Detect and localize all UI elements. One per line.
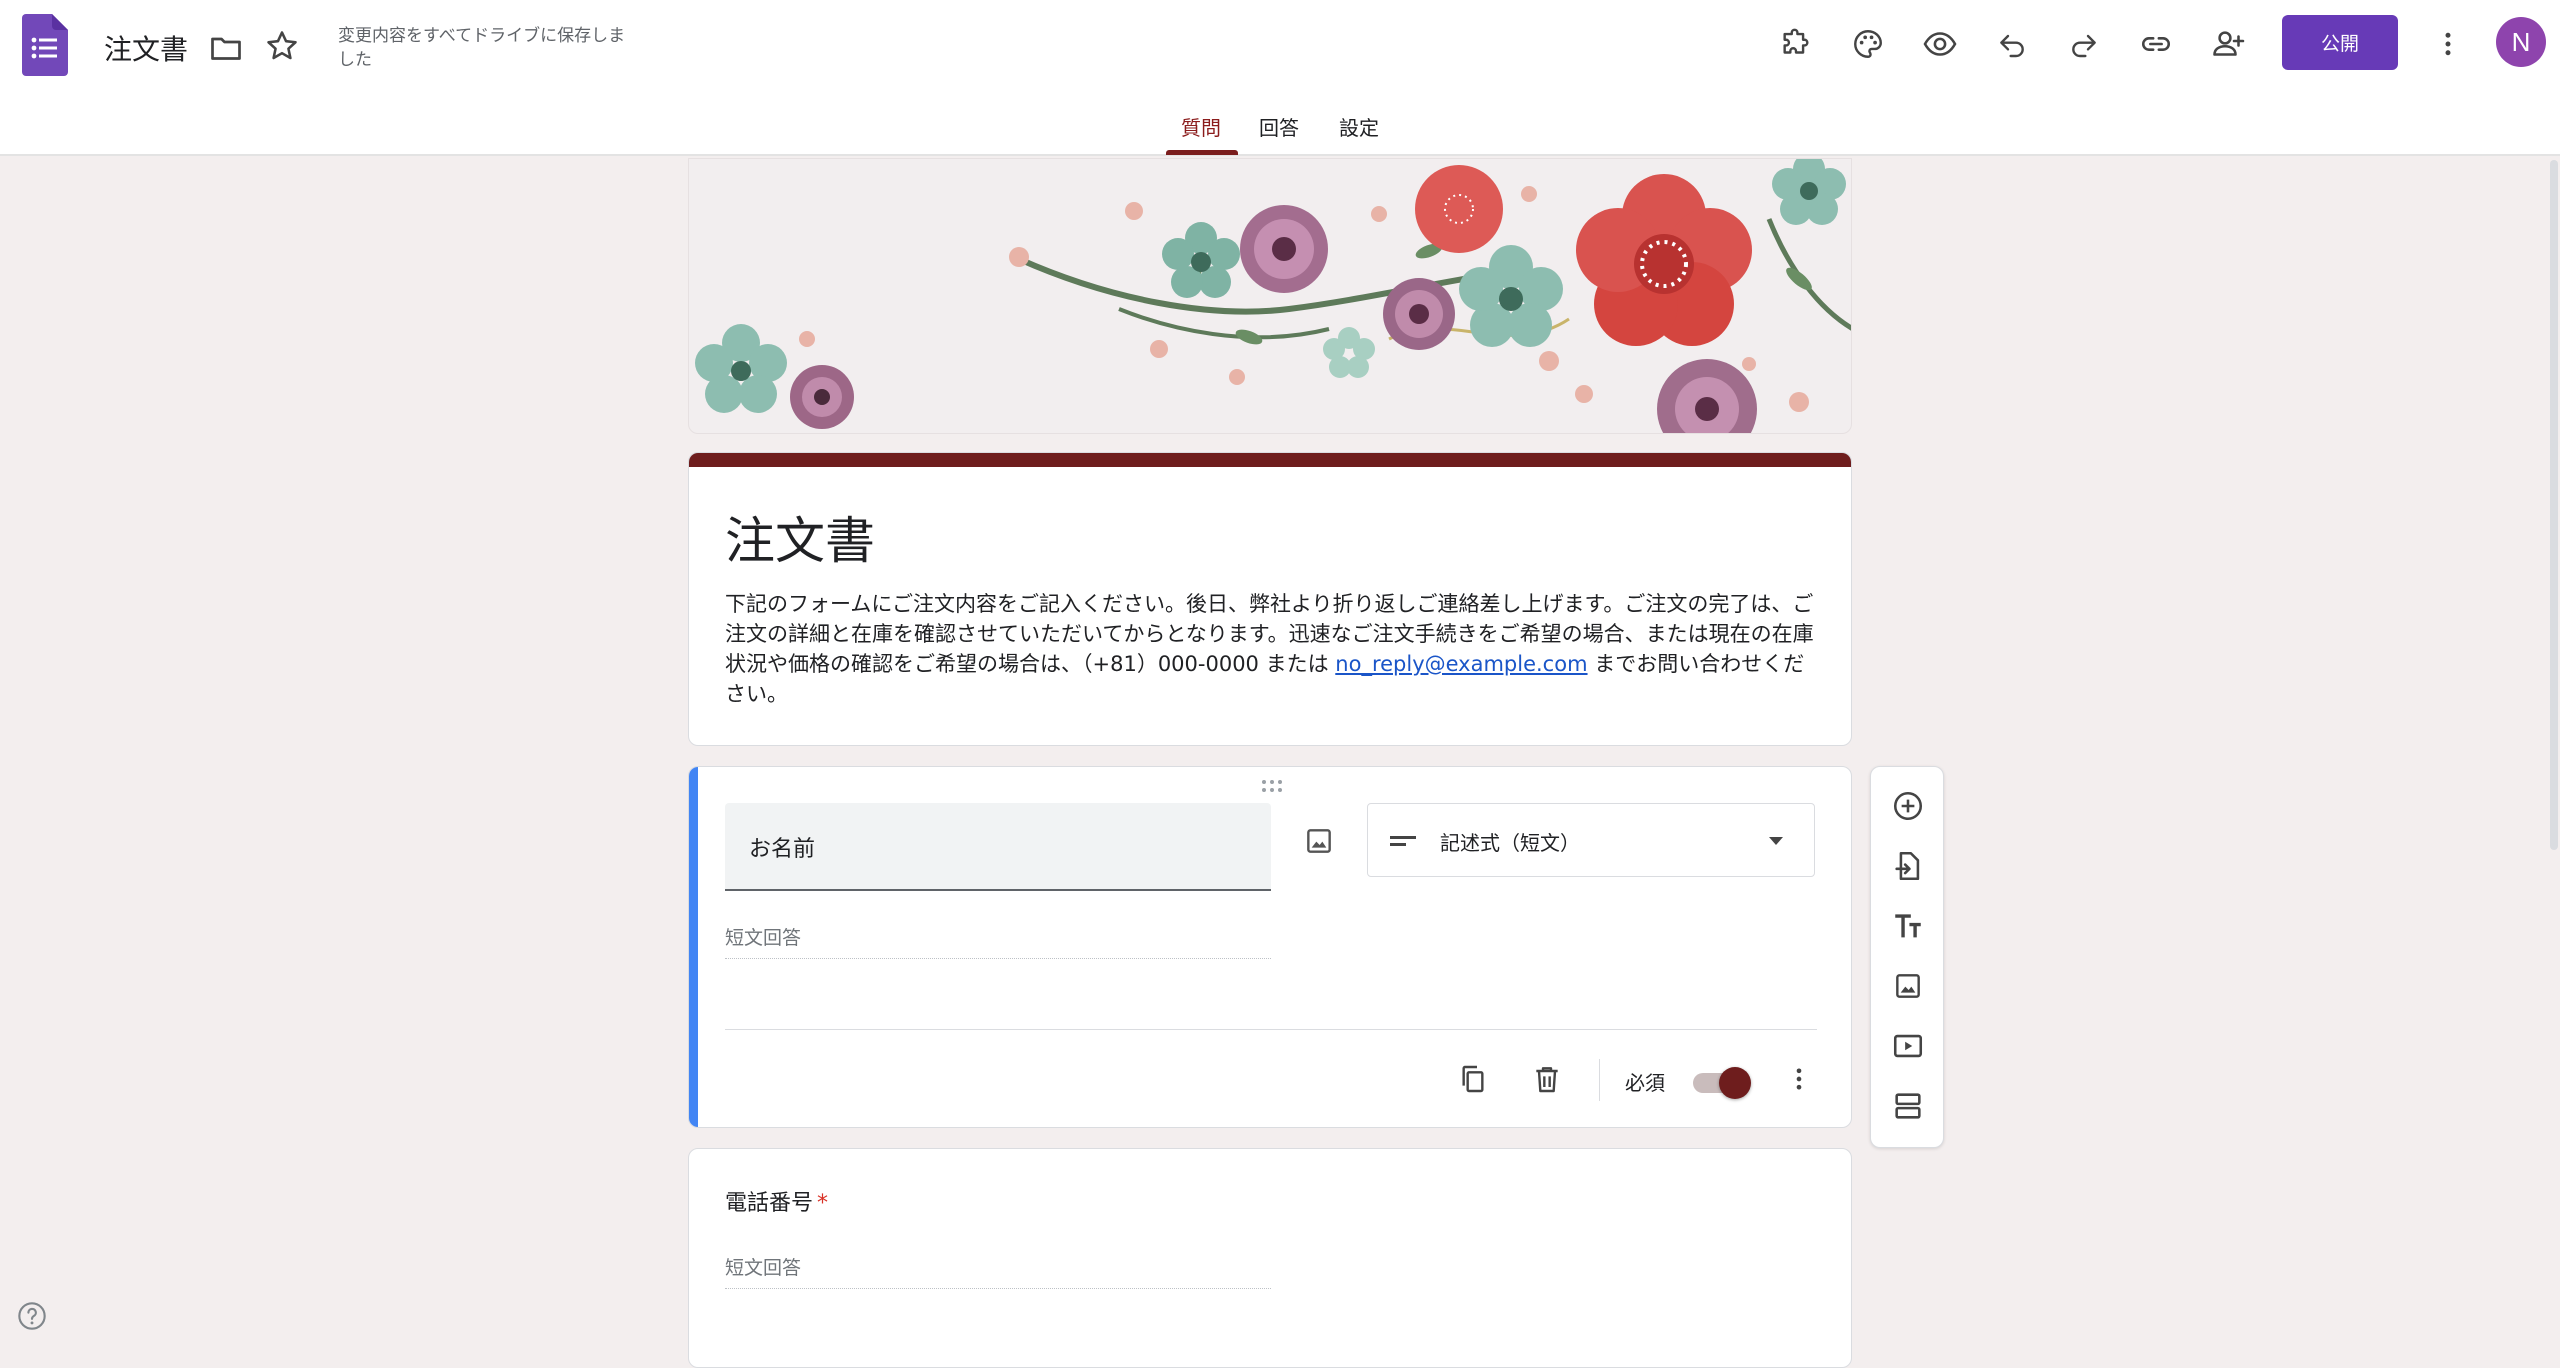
copy-link-button[interactable] — [2134, 22, 2178, 66]
add-on-button[interactable] — [1774, 22, 1818, 66]
save-status: 変更内容をすべてドライブに保存しました — [338, 26, 626, 70]
add-image-to-question-button[interactable] — [1297, 819, 1341, 863]
question-type-dropdown[interactable]: 記述式（短文） — [1367, 803, 1815, 877]
add-section-icon — [1895, 1093, 1921, 1119]
question-title[interactable]: 電話番号 * — [725, 1185, 828, 1217]
active-tab-indicator — [1166, 150, 1238, 155]
theme-color-bar — [689, 453, 1851, 467]
required-toggle[interactable] — [1689, 1065, 1753, 1099]
form-header-card[interactable]: 注文書 下記のフォームにご注文内容をご記入ください。後日、弊社より折り返しご連絡… — [688, 452, 1852, 746]
import-questions-icon — [1895, 851, 1920, 881]
add-collaborator-button[interactable] — [2206, 22, 2250, 66]
add-question-icon — [1893, 791, 1923, 821]
folder-icon[interactable] — [208, 30, 244, 66]
question-title-text: 電話番号 — [725, 1191, 814, 1216]
document-title[interactable]: 注文書 — [104, 28, 188, 68]
editor-tabs: 質問 回答 設定 — [0, 110, 2560, 156]
undo-button[interactable] — [1990, 22, 2034, 66]
add-title-button[interactable] — [1885, 903, 1931, 949]
footer-separator — [1599, 1059, 1600, 1101]
floating-side-toolbar — [1870, 766, 1944, 1148]
palette-icon — [1854, 30, 1882, 58]
trash-icon — [1536, 1067, 1558, 1093]
floral-illustration — [695, 159, 1851, 433]
short-answer-placeholder: 短文回答 — [725, 923, 1271, 959]
more-vert-icon — [2445, 32, 2451, 56]
form-description[interactable]: 下記のフォームにご注文内容をご記入ください。後日、弊社より折り返しご連絡差し上げ… — [725, 589, 1825, 709]
active-question-indicator — [689, 767, 698, 1127]
app-header: 注文書 変更内容をすべてドライブに保存しました 公開 N 質問 回答 設定 — [0, 0, 2560, 156]
add-image-button[interactable] — [1885, 963, 1931, 1009]
add-video-icon — [1893, 1034, 1923, 1058]
question-title-input[interactable]: お名前 — [725, 803, 1271, 891]
more-vert-icon — [1796, 1068, 1802, 1090]
add-collaborator-icon — [2213, 31, 2245, 56]
undo-icon — [2000, 34, 2024, 58]
account-avatar[interactable]: N — [2496, 17, 2546, 67]
form-title[interactable]: 注文書 — [725, 501, 875, 573]
add-image-icon — [1896, 974, 1920, 998]
preview-button[interactable] — [1918, 22, 1962, 66]
required-label: 必須 — [1625, 1071, 1665, 1095]
publish-button[interactable]: 公開 — [2282, 15, 2398, 70]
question-footer-divider — [725, 1029, 1817, 1030]
add-video-button[interactable] — [1885, 1023, 1931, 1069]
chevron-down-icon — [1769, 837, 1783, 845]
description-email-link[interactable]: no_reply@example.com — [1335, 652, 1587, 676]
question-more-options-button[interactable] — [1777, 1057, 1821, 1101]
question-card-phone[interactable]: 電話番号 * 短文回答 — [688, 1148, 1852, 1368]
short-answer-placeholder: 短文回答 — [725, 1253, 1271, 1289]
more-options-button[interactable] — [2426, 22, 2470, 66]
forms-logo-icon[interactable] — [22, 14, 68, 76]
link-icon — [2142, 37, 2170, 51]
help-icon[interactable] — [16, 1300, 48, 1332]
tab-settings[interactable]: 設定 — [1339, 112, 1379, 141]
add-title-icon — [1895, 914, 1921, 938]
image-icon — [1307, 829, 1331, 853]
add-on-icon — [1783, 28, 1809, 54]
customize-theme-button[interactable] — [1846, 22, 1890, 66]
import-questions-button[interactable] — [1885, 843, 1931, 889]
question-card-name[interactable]: お名前 記述式（短文） 短文回答 必須 — [688, 766, 1852, 1128]
copy-icon — [1462, 1065, 1484, 1093]
add-section-button[interactable] — [1885, 1083, 1931, 1129]
tab-questions[interactable]: 質問 — [1181, 112, 1221, 141]
tab-responses[interactable]: 回答 — [1259, 112, 1299, 141]
header-banner-image — [688, 158, 1852, 434]
delete-question-button[interactable] — [1525, 1057, 1569, 1101]
short-answer-icon — [1390, 836, 1416, 846]
question-type-label: 記述式（短文） — [1440, 831, 1580, 855]
redo-icon — [2072, 34, 2096, 58]
preview-icon — [1923, 32, 1957, 56]
scrollbar-thumb[interactable] — [2550, 160, 2558, 850]
star-icon[interactable] — [264, 28, 300, 64]
toggle-knob — [1719, 1067, 1751, 1099]
drag-handle-icon[interactable] — [1257, 777, 1287, 795]
duplicate-question-button[interactable] — [1451, 1057, 1495, 1101]
required-asterisk: * — [817, 1191, 829, 1216]
redo-button[interactable] — [2062, 22, 2106, 66]
add-question-button[interactable] — [1885, 783, 1931, 829]
